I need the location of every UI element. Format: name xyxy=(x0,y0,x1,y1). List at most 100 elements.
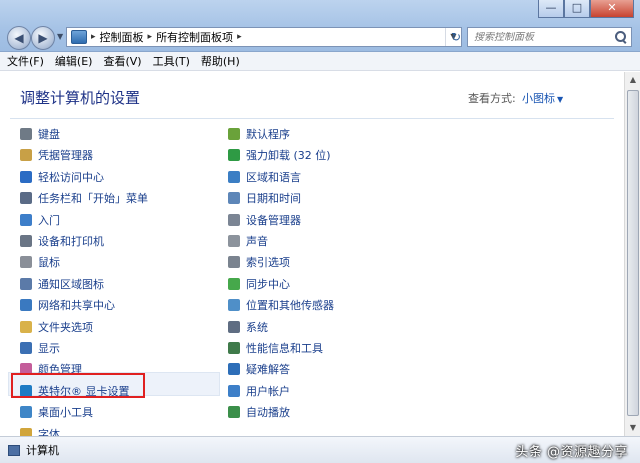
window-controls: — □ ✕ xyxy=(538,0,634,18)
uninstaller-icon xyxy=(228,149,240,162)
minimize-button[interactable]: — xyxy=(538,0,564,18)
troubleshooting-icon xyxy=(228,363,240,376)
control-panel-item[interactable]: 键盘 xyxy=(20,124,60,144)
control-panel-item[interactable]: 任务栏和「开始」菜单 xyxy=(20,188,148,208)
breadcrumb-all-items[interactable]: 所有控制面板项 xyxy=(156,29,233,45)
mouse-icon xyxy=(20,256,32,269)
item-label: 系统 xyxy=(246,320,268,334)
chevron-right-icon[interactable]: ▸ xyxy=(148,32,153,42)
control-panel-item[interactable]: 声音 xyxy=(228,231,268,251)
view-by-label: 查看方式: xyxy=(468,92,516,105)
menu-tools[interactable]: 工具(T) xyxy=(153,53,190,69)
item-label: 显示 xyxy=(38,342,60,355)
search-input[interactable] xyxy=(474,31,612,43)
item-label: 桌面小工具 xyxy=(38,406,93,420)
control-panel-item[interactable]: 系统 xyxy=(228,317,268,337)
chevron-down-icon[interactable]: ▼ xyxy=(557,95,563,104)
user-accounts-icon xyxy=(228,384,240,397)
computer-icon xyxy=(8,444,20,456)
search-icon[interactable] xyxy=(615,31,627,43)
control-panel-item[interactable]: 字体 xyxy=(20,424,60,436)
item-label: 位置和其他传感器 xyxy=(246,299,334,313)
page-title: 调整计算机的设置 xyxy=(20,89,141,107)
control-panel-item[interactable]: 通知区域图标 xyxy=(20,274,104,294)
notification-icon xyxy=(20,277,32,290)
device-manager-icon xyxy=(228,213,240,226)
control-panel-item[interactable]: 入门 xyxy=(20,210,60,230)
item-label: 默认程序 xyxy=(246,128,290,141)
taskbar-icon xyxy=(20,192,32,205)
credential-icon xyxy=(20,149,32,162)
watermark-text: 头条 @资源趣分享 xyxy=(515,445,628,460)
menu-file[interactable]: 文件(F) xyxy=(7,53,44,69)
control-panel-item[interactable]: 强力卸载 (32 位) xyxy=(228,145,331,165)
display-icon xyxy=(20,342,32,354)
sync-center-icon xyxy=(228,277,240,290)
menu-bar: 文件(F) 编辑(E) 查看(V) 工具(T) 帮助(H) xyxy=(0,52,640,71)
control-panel-icon xyxy=(71,30,87,44)
control-panel-item[interactable]: 索引选项 xyxy=(228,252,290,272)
divider xyxy=(10,118,614,119)
item-label: 日期和时间 xyxy=(246,192,301,206)
scroll-thumb[interactable] xyxy=(627,90,639,416)
item-label: 凭据管理器 xyxy=(38,149,93,163)
view-mode-dropdown[interactable]: 小图标 ▼ xyxy=(522,90,563,106)
search-box[interactable] xyxy=(467,27,632,47)
control-panel-item[interactable]: 区域和语言 xyxy=(228,167,301,187)
item-label: 通知区域图标 xyxy=(38,277,104,291)
scroll-down-icon[interactable]: ▼ xyxy=(625,420,640,436)
breadcrumb-control-panel[interactable]: 控制面板 xyxy=(100,29,144,45)
recent-pages-dropdown[interactable]: ▼ xyxy=(57,32,63,41)
item-label: 用户帐户 xyxy=(246,384,290,398)
address-bar[interactable]: ▸ 控制面板 ▸ 所有控制面板项 ▸ ▼ xyxy=(66,27,462,47)
menu-edit[interactable]: 编辑(E) xyxy=(55,53,93,69)
control-panel-item[interactable]: 自动播放 xyxy=(228,402,290,422)
control-panel-item[interactable]: 疑难解答 xyxy=(228,359,290,379)
forward-button[interactable]: ▶ xyxy=(31,26,55,50)
control-panel-item[interactable]: 设备和打印机 xyxy=(20,231,104,251)
fonts-icon xyxy=(20,427,32,436)
item-label: 疑难解答 xyxy=(246,363,290,377)
chevron-right-icon[interactable]: ▸ xyxy=(91,32,96,42)
region-language-icon xyxy=(228,170,240,183)
status-text: 计算机 xyxy=(26,444,59,457)
item-label: 设备和打印机 xyxy=(38,235,104,248)
folder-options-icon xyxy=(20,320,32,333)
network-icon xyxy=(20,299,32,312)
item-label: 区域和语言 xyxy=(246,170,301,184)
item-label: 同步中心 xyxy=(246,277,290,291)
refresh-button[interactable]: ↻ xyxy=(448,28,464,46)
control-panel-item[interactable]: 位置和其他传感器 xyxy=(228,295,334,315)
vertical-scrollbar[interactable]: ▲ ▼ xyxy=(624,72,640,436)
maximize-button[interactable]: □ xyxy=(564,0,590,18)
control-panel-item[interactable]: 鼠标 xyxy=(20,252,60,272)
menu-help[interactable]: 帮助(H) xyxy=(201,53,240,69)
item-label: 性能信息和工具 xyxy=(246,342,323,355)
control-panel-item[interactable]: 桌面小工具 xyxy=(20,402,93,422)
view-mode-value[interactable]: 小图标 xyxy=(522,92,555,105)
control-panel-item[interactable]: 设备管理器 xyxy=(228,210,301,230)
menu-view[interactable]: 查看(V) xyxy=(103,53,141,69)
item-label: 入门 xyxy=(38,213,60,227)
back-arrow-icon: ◀ xyxy=(14,31,24,45)
scroll-up-icon[interactable]: ▲ xyxy=(625,72,640,88)
item-label: 设备管理器 xyxy=(246,213,301,227)
control-panel-item[interactable]: 显示 xyxy=(20,338,60,358)
performance-icon xyxy=(228,342,240,354)
control-panel-item[interactable]: 同步中心 xyxy=(228,274,290,294)
chevron-right-icon[interactable]: ▸ xyxy=(237,32,242,42)
item-label: 键盘 xyxy=(38,128,60,141)
control-panel-item[interactable]: 凭据管理器 xyxy=(20,145,93,165)
item-label: 强力卸载 (32 位) xyxy=(246,149,331,163)
control-panel-item[interactable]: 默认程序 xyxy=(228,124,290,144)
item-label: 任务栏和「开始」菜单 xyxy=(38,192,148,206)
getting-started-icon xyxy=(20,213,32,226)
close-button[interactable]: ✕ xyxy=(590,0,634,18)
control-panel-item[interactable]: 网络和共享中心 xyxy=(20,295,115,315)
control-panel-item[interactable]: 轻松访问中心 xyxy=(20,167,104,187)
back-button[interactable]: ◀ xyxy=(7,26,31,50)
control-panel-item[interactable]: 日期和时间 xyxy=(228,188,301,208)
control-panel-item[interactable]: 性能信息和工具 xyxy=(228,338,323,358)
control-panel-item[interactable]: 用户帐户 xyxy=(228,381,290,401)
control-panel-item[interactable]: 文件夹选项 xyxy=(20,317,93,337)
